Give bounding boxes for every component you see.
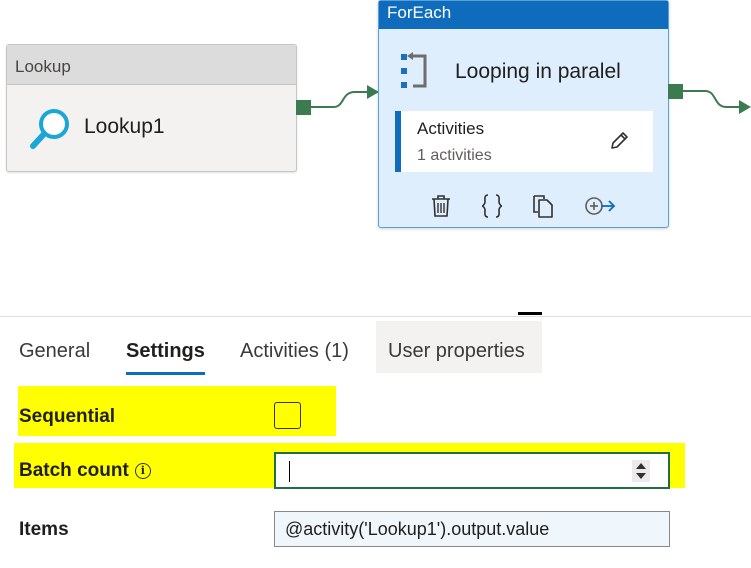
code-button[interactable] [477, 191, 507, 221]
lookup-to-foreach-connector [311, 85, 379, 108]
items-label: Items [19, 519, 69, 540]
delete-button[interactable] [426, 191, 456, 221]
tab-user-properties[interactable]: User properties [376, 321, 542, 373]
text-cursor [289, 461, 290, 482]
properties-tabs: General Settings Activities (1) User pro… [0, 317, 751, 377]
items-input[interactable]: @activity('Lookup1').output.value [274, 511, 670, 547]
foreach-success-handle[interactable] [668, 84, 683, 99]
foreach-node-header: ForEach [379, 1, 668, 29]
tab-activities[interactable]: Activities (1) [240, 321, 349, 373]
pencil-icon[interactable] [609, 131, 629, 151]
copy-icon [533, 195, 553, 218]
batch-count-label: Batch count [19, 460, 129, 481]
lookup-node-name: Lookup1 [84, 115, 165, 138]
lookup-node-body: Lookup1 [7, 85, 296, 171]
foreach-activity-node[interactable]: ForEach Looping in paralel Activities 1 … [378, 0, 669, 228]
activities-count: 1 activities [417, 147, 492, 164]
batch-count-spinner[interactable] [632, 460, 650, 482]
foreach-to-next-connector [683, 90, 751, 114]
lookup-node-header: Lookup [7, 45, 296, 85]
foreach-action-bar [379, 191, 668, 221]
code-icon [481, 194, 503, 218]
lookup-success-handle[interactable] [296, 100, 311, 115]
activities-title: Activities [417, 119, 485, 138]
spin-down-icon[interactable] [636, 473, 646, 479]
foreach-node-name: Looping in paralel [455, 60, 621, 83]
tab-general[interactable]: General [19, 321, 90, 373]
pipeline-canvas[interactable]: Lookup Lookup1 ForEach Looping in parale… [0, 0, 751, 312]
loop-icon [401, 52, 427, 88]
foreach-activities-box[interactable]: Activities 1 activities [395, 111, 653, 172]
batch-count-label-row: Batch count i [19, 460, 151, 482]
lookup-activity-node[interactable]: Lookup Lookup1 [6, 44, 297, 172]
tab-settings[interactable]: Settings [126, 321, 205, 375]
copy-button[interactable] [528, 191, 558, 221]
add-output-button[interactable] [582, 191, 618, 221]
info-icon[interactable]: i [134, 463, 151, 479]
panel-resize-handle[interactable] [518, 312, 542, 315]
sequential-label: Sequential [19, 406, 116, 427]
batch-count-input[interactable] [274, 452, 670, 489]
add-output-icon [585, 197, 616, 215]
search-icon [30, 109, 69, 149]
delete-icon [432, 195, 450, 217]
sequential-checkbox[interactable] [274, 402, 301, 429]
spin-up-icon[interactable] [636, 463, 646, 469]
